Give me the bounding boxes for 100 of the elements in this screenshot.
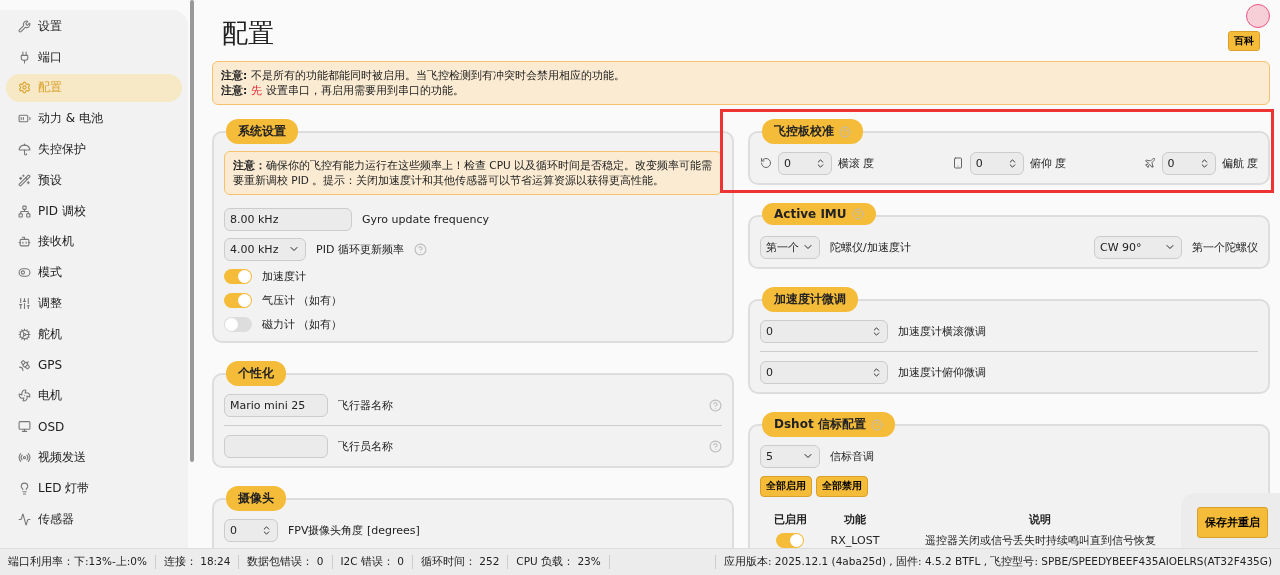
column-header: 功能 [843, 512, 867, 527]
toggle-switch[interactable] [224, 268, 252, 284]
warning-text: 注意：确保你的飞控有能力运行在这些频率上！检查 CPU 以及循环时间是否稳定。改变频率可能需要重新调校 PID 。提示：关闭加速度计和其他传感器可以节省运算资源以获得更高性能。 [224, 151, 722, 195]
sidebar-item[interactable]: 端口 [6, 42, 182, 72]
sidebar-item[interactable]: 传感器 [6, 504, 182, 534]
toggle-switch[interactable] [224, 316, 252, 332]
section-title: Dshot 信标配置 [762, 412, 895, 437]
scrollbar[interactable] [190, 0, 194, 462]
sidebar-item[interactable]: PID 调校 [6, 196, 182, 226]
bulb-icon [18, 481, 31, 495]
sidebar-item[interactable]: 动力 & 电池 [6, 104, 182, 134]
spinner-icon [871, 325, 882, 337]
antenna-icon [18, 451, 31, 465]
spinner-icon [815, 157, 826, 169]
monitor-icon [18, 420, 31, 434]
save-reboot-button[interactable]: 保存并重启 [1197, 507, 1268, 538]
field-label: 俯仰 度 [1029, 155, 1067, 171]
sidebar-item[interactable]: 接收机 [6, 227, 182, 257]
number-field[interactable]: 0 [760, 319, 888, 343]
status-version: 应用版本: 2025.12.1 (4aba25d) , 固件: 4.5.2 BTFL , 飞控型号: SPBE/SPEEDYBEEF435AIOELRS(AT32F435G) [714, 555, 1280, 569]
number-field[interactable]: 0 [760, 360, 888, 384]
field-label: 飞行员名称 [338, 438, 393, 454]
sidebar-item[interactable]: 舵机 [6, 319, 182, 349]
toggle-label: 气压计 （如有） [262, 292, 343, 308]
number-field[interactable]: 0 [778, 151, 832, 175]
field-label: Gyro update frequency [362, 212, 489, 226]
field-label: 信标音调 [830, 448, 874, 464]
robot-icon [18, 235, 31, 249]
rotate-icon [760, 157, 772, 169]
pulse-icon [18, 512, 31, 526]
help-icon[interactable] [851, 208, 864, 220]
field-label: 加速度计横滚微调 [898, 323, 986, 339]
help-icon[interactable] [709, 439, 722, 453]
status-item: 数据包错误： 0 [239, 555, 333, 569]
number-field[interactable]: 0 [969, 151, 1024, 175]
sliders-icon [18, 297, 31, 311]
toggle-label: 加速度计 [262, 268, 306, 284]
help-icon[interactable] [709, 398, 722, 412]
toggle-label: 磁力计 （如有） [262, 316, 343, 332]
toggle-icon [18, 266, 31, 280]
section-title: 个性化 [226, 361, 286, 386]
phone-icon [951, 157, 964, 169]
select-dropdown[interactable]: CW 90° [1094, 235, 1182, 259]
field-label: 陀螺仪/加速度计 [830, 239, 911, 255]
number-field[interactable]: 0 [224, 518, 278, 542]
wand-icon [18, 173, 31, 187]
toggle-switch[interactable] [776, 533, 804, 548]
text-field[interactable]: Mario mini 25 [224, 393, 328, 417]
select-dropdown[interactable]: 5 [760, 444, 820, 468]
action-button[interactable]: 全部启用 [760, 475, 812, 497]
field-label: 第一个陀螺仪 [1192, 239, 1258, 255]
umbrella-icon [18, 143, 31, 157]
section-title: 飞控板校准 [762, 119, 863, 144]
select-dropdown[interactable]: 第一个 [760, 235, 820, 259]
section-title: Active IMU [762, 203, 876, 225]
field-label: 偏航 度 [1221, 155, 1258, 171]
sidebar-item[interactable]: 失控保护 [6, 135, 182, 164]
sidebar-item[interactable]: 模式 [6, 258, 182, 288]
fan-icon [18, 389, 31, 403]
sidebar-item[interactable]: 设置 [6, 12, 182, 41]
help-icon[interactable] [413, 242, 427, 256]
wiki-button[interactable]: 百科 [1228, 31, 1260, 51]
sidebar-item[interactable]: OSD [6, 412, 182, 442]
gear-icon [18, 81, 31, 95]
toggle-switch[interactable] [224, 292, 252, 308]
field-label: 飞行器名称 [338, 397, 393, 413]
field-label: FPV摄像头角度 [degrees] [288, 522, 420, 538]
spinner-icon [871, 366, 882, 378]
column-header: 已启用 [772, 512, 808, 527]
spinner-icon [261, 524, 272, 536]
sidebar-item[interactable]: GPS [6, 350, 182, 380]
satellite-icon [18, 358, 31, 372]
sidebar-item[interactable]: 预设 [6, 166, 182, 195]
status-item: 连接： 18:24 [155, 555, 240, 569]
select-dropdown[interactable]: 4.00 kHz [224, 237, 306, 261]
sidebar-item[interactable]: 视频发送 [6, 443, 182, 472]
page-title: 配置 [222, 17, 274, 50]
plug-icon [18, 50, 31, 64]
cog-icon [18, 327, 31, 341]
section-title: 摄像头 [226, 486, 286, 511]
section-title: 系统设置 [226, 119, 298, 144]
text-field[interactable] [224, 434, 328, 458]
notice-text: 注意: 不是所有的功能都能同时被启用。当飞控检测到有冲突时会禁用相应的功能。 注意: 先 设置串口，再启用需要用到串口的功能。 [212, 61, 1270, 105]
section-title: 加速度计微调 [762, 287, 858, 312]
table-cell-text: RX_LOST [829, 534, 881, 547]
help-icon[interactable] [870, 418, 883, 431]
field-label: 加速度计俯仰微调 [898, 364, 986, 380]
help-icon[interactable] [839, 125, 851, 138]
field-label: PID 循环更新频率 [316, 241, 404, 257]
action-button[interactable]: 全部禁用 [816, 475, 868, 497]
sidebar-item[interactable]: 电机 [6, 381, 182, 411]
field-label: 横滚 度 [838, 155, 875, 171]
column-header: 说明 [1028, 512, 1052, 527]
status-item: 循环时间： 252 [412, 555, 509, 569]
wrench-icon [18, 19, 31, 33]
sidebar-item[interactable]: LED 灯带 [6, 473, 182, 503]
gyro-frequency-field: 8.00 kHz [224, 207, 352, 231]
sidebar-item[interactable]: 调整 [6, 289, 182, 318]
network-icon [18, 204, 31, 218]
number-field[interactable]: 0 [1161, 151, 1216, 175]
